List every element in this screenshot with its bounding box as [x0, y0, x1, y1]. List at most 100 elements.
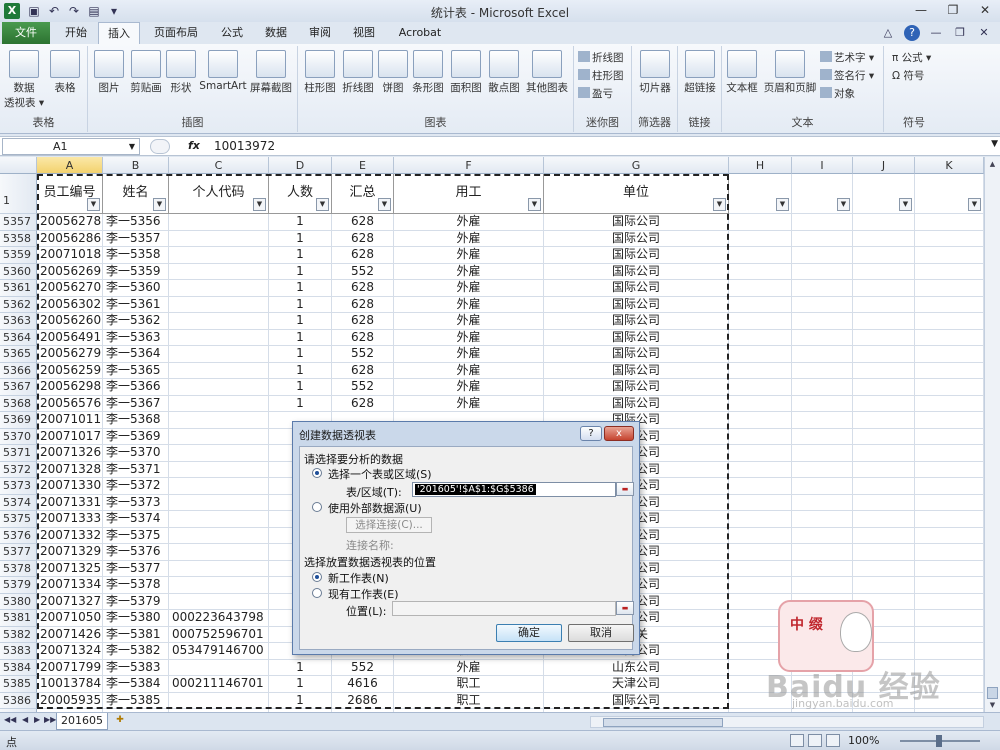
cell-g[interactable]: 天津公司 [544, 676, 729, 693]
cell-a[interactable]: 20005935 [37, 692, 103, 709]
cell-empty[interactable] [853, 577, 915, 594]
cell-empty[interactable] [853, 379, 915, 396]
zoom-slider-knob[interactable] [936, 735, 942, 747]
filter-dropdown-icon[interactable]: ▼ [528, 198, 541, 211]
radio-new-worksheet[interactable] [312, 572, 322, 582]
cell-c[interactable] [169, 461, 269, 478]
location-input[interactable] [392, 601, 616, 616]
cell-empty[interactable] [915, 428, 984, 445]
cell-a[interactable]: 20056302 [37, 296, 103, 313]
radio-external-source[interactable] [312, 502, 322, 512]
row-header[interactable]: 5384 [0, 659, 37, 676]
cell-empty[interactable] [853, 329, 915, 346]
cell-empty[interactable] [915, 346, 984, 363]
column-header-f[interactable]: F [394, 157, 544, 174]
cell-d[interactable]: 1 [269, 346, 332, 363]
cell-c[interactable]: 000752596701 [169, 626, 269, 643]
row-header[interactable]: 5373 [0, 478, 37, 495]
filter-dropdown-icon[interactable]: ▼ [899, 198, 912, 211]
tab-acrobat[interactable]: Acrobat [392, 22, 448, 44]
cell-d[interactable]: 1 [269, 395, 332, 412]
screenshot-button[interactable]: 屏幕截图 [248, 50, 294, 95]
cell-empty[interactable] [853, 230, 915, 247]
dialog-help-button[interactable]: ? [580, 426, 602, 441]
cell-empty[interactable] [853, 313, 915, 330]
header-cell-e[interactable]: 汇总 ▼ [332, 174, 394, 214]
cell-f[interactable]: 外雇 [394, 659, 544, 676]
horizontal-scrollbar[interactable] [590, 716, 984, 728]
cell-b[interactable]: 李一5376 [103, 544, 169, 561]
formula-input[interactable]: 10013972 [214, 139, 275, 153]
formula-expand-handle[interactable] [150, 139, 170, 154]
cell-b[interactable]: 李一5382 [103, 643, 169, 660]
cell-a[interactable]: 20071333 [37, 511, 103, 528]
cell-f[interactable]: 外雇 [394, 214, 544, 231]
cell-empty[interactable] [729, 494, 792, 511]
next-sheet-icon[interactable]: ▶ [34, 715, 40, 724]
cell-e[interactable]: 552 [332, 659, 394, 676]
textbox-button[interactable]: 文本框 [724, 50, 760, 95]
column-chart-button[interactable]: 柱形图 [302, 50, 338, 95]
cell-empty[interactable] [792, 329, 853, 346]
cancel-button[interactable]: 取消 [568, 624, 634, 642]
column-header-i[interactable]: I [792, 157, 853, 174]
cell-empty[interactable] [915, 593, 984, 610]
cell-f[interactable]: 外雇 [394, 379, 544, 396]
select-all-corner[interactable] [0, 157, 37, 174]
cell-empty[interactable] [792, 494, 853, 511]
header-cell-d[interactable]: 人数 ▼ [269, 174, 332, 214]
cell-c[interactable] [169, 362, 269, 379]
wordart-button[interactable]: 艺术字 ▾ [820, 50, 874, 65]
restore-icon[interactable]: ❐ [944, 2, 962, 18]
cell-b[interactable]: 李一5357 [103, 230, 169, 247]
row-header[interactable]: 5375 [0, 511, 37, 528]
cell-a[interactable]: 20071329 [37, 544, 103, 561]
row-header[interactable]: 5370 [0, 428, 37, 445]
tab-home[interactable]: 开始 [56, 22, 96, 44]
header-cell-g[interactable]: 单位 ▼ [544, 174, 729, 214]
cell-empty[interactable] [792, 478, 853, 495]
cell-empty[interactable] [729, 329, 792, 346]
cell-b[interactable]: 李一5378 [103, 577, 169, 594]
cell-d[interactable]: 1 [269, 313, 332, 330]
cell-empty[interactable] [729, 263, 792, 280]
radio-existing-worksheet[interactable] [312, 588, 322, 598]
cell-c[interactable] [169, 296, 269, 313]
cell-g[interactable]: 国际公司 [544, 346, 729, 363]
select-connection-button[interactable]: 选择连接(C)... [346, 517, 432, 533]
cell-c[interactable] [169, 395, 269, 412]
cell-b[interactable]: 李一5373 [103, 494, 169, 511]
cell-c[interactable] [169, 428, 269, 445]
cell-d[interactable]: 1 [269, 362, 332, 379]
collapse-ribbon-icon[interactable]: △ [880, 25, 896, 41]
row-header[interactable]: 5364 [0, 329, 37, 346]
cell-c[interactable] [169, 692, 269, 709]
cell-empty[interactable] [792, 296, 853, 313]
cell-a[interactable]: 20071011 [37, 412, 103, 429]
cell[interactable]: ▼ [915, 174, 984, 214]
header-footer-button[interactable]: 页眉和页脚 [762, 50, 818, 95]
cell-e[interactable]: 628 [332, 395, 394, 412]
filter-dropdown-icon[interactable]: ▼ [378, 198, 391, 211]
cell-c[interactable]: 000223643798 [169, 610, 269, 627]
object-button[interactable]: 对象 [820, 86, 855, 101]
cell-empty[interactable] [792, 230, 853, 247]
row-header[interactable]: 5371 [0, 445, 37, 462]
cell-c[interactable] [169, 577, 269, 594]
row-header[interactable]: 5376 [0, 527, 37, 544]
column-header-a[interactable]: A [37, 157, 103, 174]
cell-empty[interactable] [729, 511, 792, 528]
cell-g[interactable]: 国际公司 [544, 296, 729, 313]
row-header[interactable]: 5378 [0, 560, 37, 577]
cell-b[interactable]: 李一5368 [103, 412, 169, 429]
row-header[interactable]: 5369 [0, 412, 37, 429]
cell-empty[interactable] [915, 362, 984, 379]
row-header[interactable]: 5382 [0, 626, 37, 643]
cell-b[interactable]: 李一5361 [103, 296, 169, 313]
cell-empty[interactable] [729, 560, 792, 577]
cell-c[interactable] [169, 544, 269, 561]
cell-c[interactable] [169, 247, 269, 264]
tab-file[interactable]: 文件 [2, 22, 50, 44]
hscroll-thumb[interactable] [603, 718, 723, 727]
cell-c[interactable]: 053479146700 [169, 643, 269, 660]
